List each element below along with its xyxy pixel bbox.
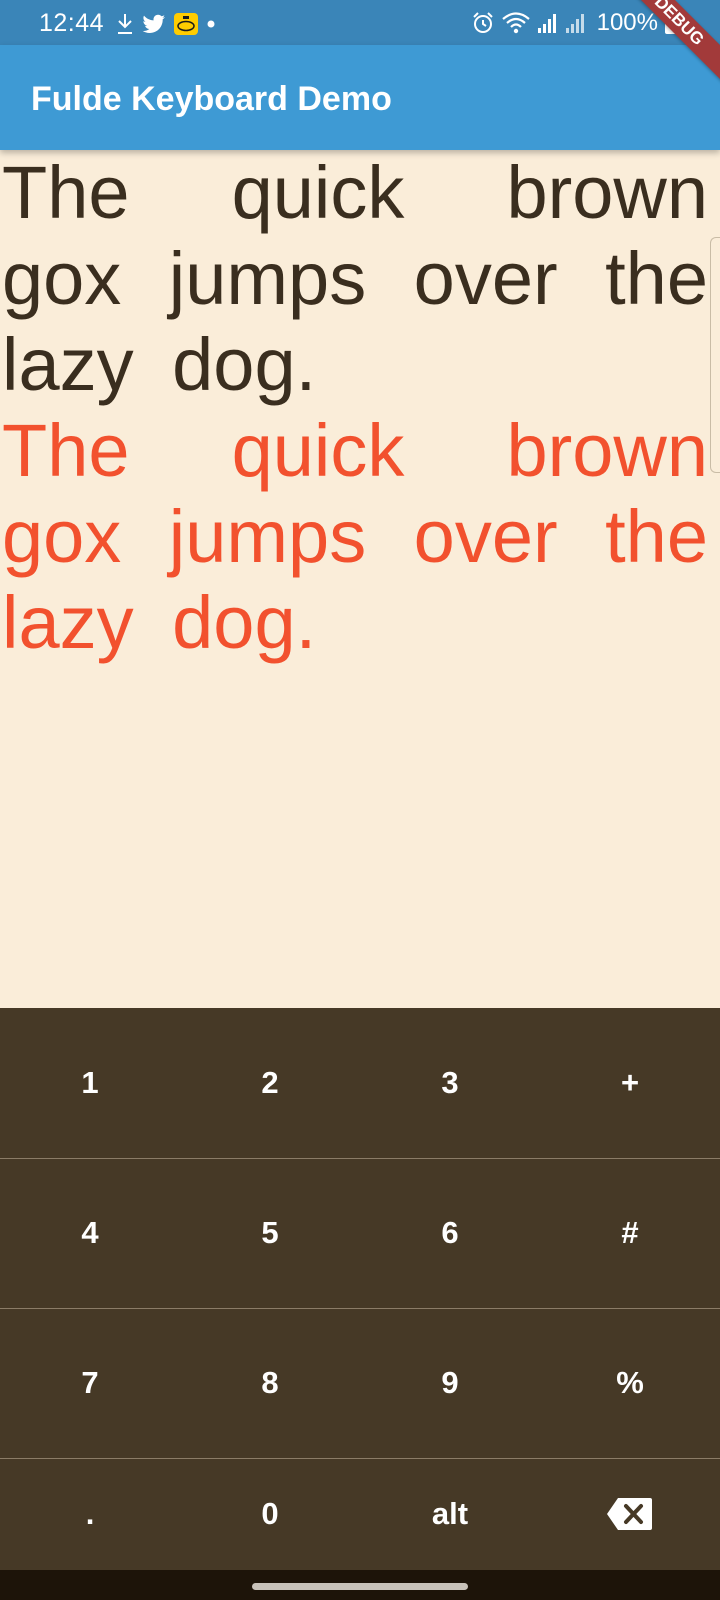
key-0[interactable]: 0 xyxy=(180,1458,360,1570)
custom-keyboard: 1 2 3 + 4 5 6 # 7 8 9 % . 0 alt xyxy=(0,1008,720,1571)
twitter-icon xyxy=(142,14,165,34)
keyboard-row: 7 8 9 % xyxy=(0,1308,720,1459)
keyboard-row: 1 2 3 + xyxy=(0,1008,720,1159)
key-alt[interactable]: alt xyxy=(360,1458,540,1570)
key-7[interactable]: 7 xyxy=(0,1308,180,1458)
backspace-button[interactable] xyxy=(540,1458,720,1570)
dot-icon xyxy=(207,20,215,28)
key-6[interactable]: 6 xyxy=(360,1158,540,1308)
text-display-area[interactable]: The quick brown gox jumps over the lazy … xyxy=(0,150,710,1008)
download-icon xyxy=(118,14,132,34)
system-nav-bar xyxy=(0,1570,720,1600)
key-9[interactable]: 9 xyxy=(360,1308,540,1458)
alarm-icon xyxy=(472,12,493,33)
key-3[interactable]: 3 xyxy=(360,1008,540,1158)
status-bar: 12:44 100% xyxy=(0,0,720,45)
signal-icon xyxy=(565,14,584,33)
status-time: 12:44 xyxy=(39,9,105,37)
key-4[interactable]: 4 xyxy=(0,1158,180,1308)
keyboard-row: . 0 alt xyxy=(0,1458,720,1571)
key-1[interactable]: 1 xyxy=(0,1008,180,1158)
key-8[interactable]: 8 xyxy=(180,1308,360,1458)
home-gesture-handle[interactable] xyxy=(252,1583,468,1590)
keyboard-row: 4 5 6 # xyxy=(0,1158,720,1309)
key-5[interactable]: 5 xyxy=(180,1158,360,1308)
status-system-icons: 100% xyxy=(471,9,678,36)
app-bar: Fulde Keyboard Demo xyxy=(0,45,720,150)
battery-percentage: 100% xyxy=(596,9,658,36)
sample-text-accent: The quick brown gox jumps over the lazy … xyxy=(2,409,708,664)
key-hash[interactable]: # xyxy=(540,1158,720,1308)
key-percent[interactable]: % xyxy=(540,1308,720,1458)
page-title: Fulde Keyboard Demo xyxy=(31,80,392,118)
wifi-icon xyxy=(501,12,530,34)
sample-text-primary: The quick brown gox jumps over the lazy … xyxy=(2,151,708,406)
scroll-indicator[interactable] xyxy=(710,237,720,473)
key-2[interactable]: 2 xyxy=(180,1008,360,1158)
status-notification-icons xyxy=(116,12,216,36)
key-dot[interactable]: . xyxy=(0,1458,180,1570)
key-plus[interactable]: + xyxy=(540,1008,720,1158)
signal-icon xyxy=(537,14,556,33)
mtn-icon xyxy=(174,13,198,35)
backspace-icon xyxy=(607,1498,652,1530)
